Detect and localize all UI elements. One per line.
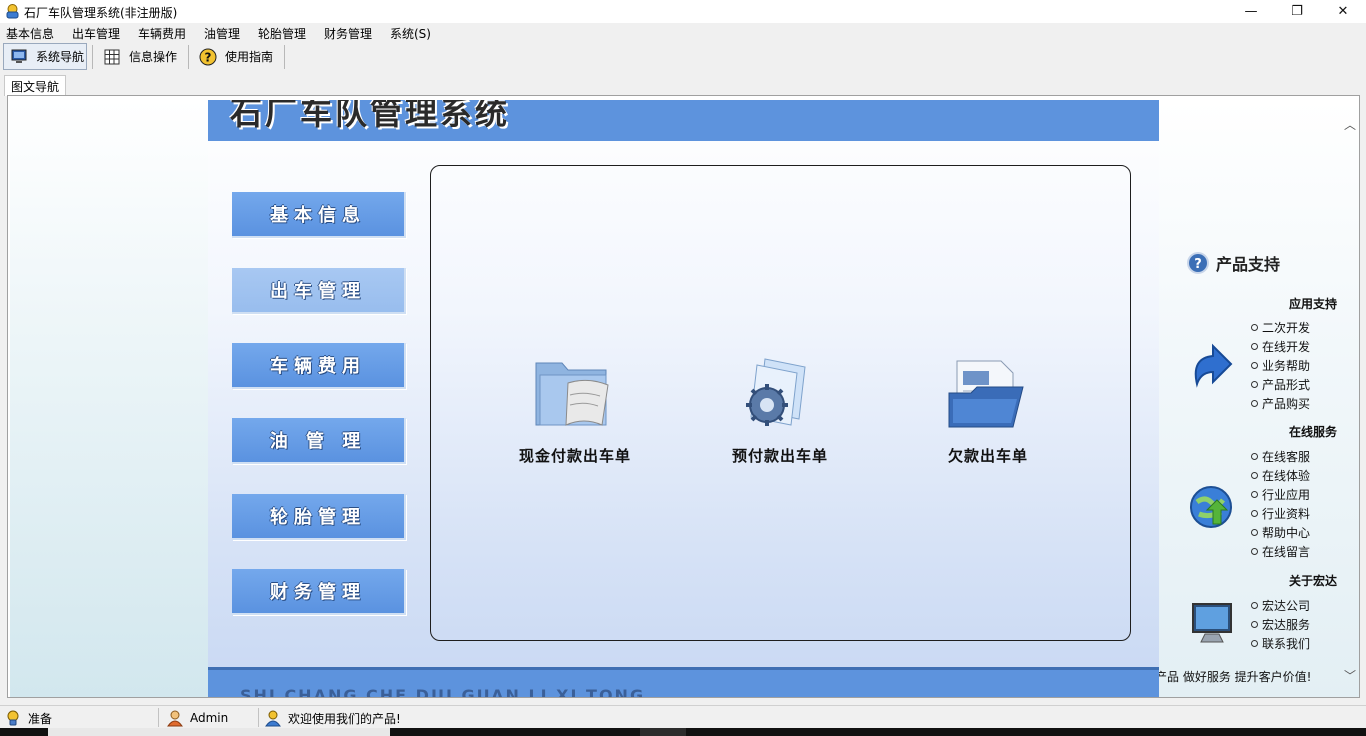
stage-footer: SHI CHANG CHE DUI GUAN LI XI TONG	[208, 667, 1159, 697]
status-bar: 准备 Admin 欢迎使用我们的产品!	[0, 705, 1366, 728]
app-support-links: 二次开发 在线开发 业务帮助 产品形式 产品购买	[1251, 318, 1310, 413]
close-button[interactable]: ✕	[1320, 0, 1366, 23]
tab-strip: 图文导航	[0, 75, 1366, 96]
user-guide-label: 使用指南	[225, 50, 274, 64]
info-ops-button[interactable]: 信息操作	[97, 43, 185, 70]
link-online-trial[interactable]: 在线体验	[1251, 466, 1310, 485]
os-taskbar	[0, 728, 1366, 736]
scroll-down-icon[interactable]: ﹀	[1344, 667, 1356, 684]
status-user-text: Admin	[190, 711, 229, 725]
arrow-icon	[1194, 343, 1233, 388]
menu-oil[interactable]: 油管理	[204, 25, 240, 42]
folder-scroll-icon	[535, 362, 609, 426]
nav-basic-info-button[interactable]: 基本信息	[232, 192, 406, 238]
menu-vehicle-fees[interactable]: 车辆费用	[138, 25, 186, 42]
link-product-buy[interactable]: 产品购买	[1251, 394, 1310, 413]
svg-text:?: ?	[1194, 257, 1202, 272]
toolbar-separator	[92, 45, 93, 69]
link-industry-apps[interactable]: 行业应用	[1251, 485, 1310, 504]
online-service-links: 在线客服 在线体验 行业应用 行业资料 帮助中心 在线留言	[1251, 447, 1310, 561]
support-header: ? 产品支持	[1187, 251, 1280, 275]
user-guide-button[interactable]: ? 使用指南	[193, 43, 281, 70]
about-title: 关于宏达	[1288, 574, 1337, 588]
nav-tires-button[interactable]: 轮胎管理	[232, 494, 406, 540]
toolbar: 系统导航 信息操作 ? 使用指南	[0, 42, 1366, 71]
menu-basic-info[interactable]: 基本信息	[6, 25, 54, 42]
support-title: 产品支持	[1216, 255, 1281, 274]
link-contact-us[interactable]: 联系我们	[1251, 634, 1310, 653]
status-divider	[258, 708, 259, 727]
stage-header: 石厂车队管理系统	[208, 100, 1159, 141]
link-secondary-dev[interactable]: 二次开发	[1251, 318, 1310, 337]
footer-pinyin: SHI CHANG CHE DUI GUAN LI XI TONG	[240, 686, 646, 697]
left-margin	[10, 100, 208, 697]
window-title: 石厂车队管理系统(非注册版)	[24, 6, 178, 20]
nav-dispatch-button[interactable]: 出车管理	[232, 268, 406, 314]
monitor-icon	[1192, 603, 1232, 643]
toolbar-separator	[284, 45, 285, 69]
slogan-text: 产品 做好服务 提升客户价值!	[1159, 670, 1312, 684]
link-product-form[interactable]: 产品形式	[1251, 375, 1310, 394]
title-bar: 石厂车队管理系统(非注册版) — ❐ ✕	[0, 0, 1366, 23]
cash-dispatch-order-label: 现金付款出车单	[518, 447, 631, 465]
app-support-title: 应用支持	[1288, 297, 1337, 311]
prepaid-dispatch-order[interactable]: 预付款出车单	[705, 353, 855, 466]
globe-icon	[1190, 486, 1232, 528]
status-message: 欢迎使用我们的产品!	[264, 708, 401, 728]
toolbar-separator	[188, 45, 189, 69]
gear-document-icon	[746, 358, 806, 426]
monitor-icon	[11, 49, 27, 63]
svg-text:?: ?	[205, 50, 212, 64]
taskbar-segment	[640, 728, 686, 736]
credit-dispatch-order-label: 欠款出车单	[947, 447, 1028, 465]
credit-dispatch-order[interactable]: 欠款出车单	[913, 353, 1063, 466]
cash-dispatch-order[interactable]: 现金付款出车单	[500, 353, 650, 466]
status-bulb-icon	[7, 710, 19, 726]
nav-oil-button[interactable]: 油 管 理	[232, 418, 406, 464]
nav-finance-button[interactable]: 财务管理	[232, 569, 406, 615]
page-title: 石厂车队管理系统	[230, 100, 511, 132]
menu-system[interactable]: 系统(S)	[390, 25, 431, 42]
link-industry-docs[interactable]: 行业资料	[1251, 504, 1310, 523]
user-icon	[167, 710, 183, 727]
link-help-center[interactable]: 帮助中心	[1251, 523, 1310, 542]
maximize-button[interactable]: ❐	[1274, 0, 1320, 23]
menu-dispatch[interactable]: 出车管理	[72, 25, 120, 42]
welcome-icon	[265, 710, 281, 727]
link-online-support[interactable]: 在线客服	[1251, 447, 1310, 466]
menu-finance[interactable]: 财务管理	[324, 25, 372, 42]
link-online-message[interactable]: 在线留言	[1251, 542, 1310, 561]
system-nav-label: 系统导航	[36, 50, 85, 64]
status-user: Admin	[166, 708, 228, 728]
link-company[interactable]: 宏达公司	[1251, 596, 1310, 615]
help-icon: ?	[199, 48, 217, 65]
app-window: 石厂车队管理系统(非注册版) — ❐ ✕ 基本信息 出车管理 车辆费用 油管理 …	[0, 0, 1366, 736]
link-business-help[interactable]: 业务帮助	[1251, 356, 1310, 375]
link-online-dev[interactable]: 在线开发	[1251, 337, 1310, 356]
status-ready: 准备	[4, 708, 52, 728]
navigation-stage: 石厂车队管理系统 基本信息 出车管理 车辆费用 油 管 理 轮胎管理 财务管理 …	[208, 100, 1159, 697]
support-panel: ︿ ? 产品支持 应用支持 二次开发 在线开发 业务帮助 产品形式 产品购买 在…	[1159, 100, 1359, 697]
tab-graphic-nav[interactable]: 图文导航	[4, 75, 66, 96]
status-message-text: 欢迎使用我们的产品!	[288, 711, 401, 726]
content-frame: 石厂车队管理系统 基本信息 出车管理 车辆费用 油 管 理 轮胎管理 财务管理 …	[7, 95, 1360, 698]
minimize-button[interactable]: —	[1228, 0, 1274, 23]
about-links: 宏达公司 宏达服务 联系我们	[1251, 596, 1310, 653]
scroll-up-icon[interactable]: ︿	[1344, 116, 1356, 133]
system-nav-button[interactable]: 系统导航	[3, 43, 87, 70]
menu-tires[interactable]: 轮胎管理	[258, 25, 306, 42]
open-folder-icon	[948, 360, 1024, 428]
app-logo-icon	[6, 4, 19, 19]
nav-vehicle-fees-button[interactable]: 车辆费用	[232, 343, 406, 389]
question-icon: ?	[1187, 252, 1209, 274]
menu-bar: 基本信息 出车管理 车辆费用 油管理 轮胎管理 财务管理 系统(S)	[0, 23, 1366, 42]
status-ready-text: 准备	[28, 711, 53, 726]
taskbar-segment	[48, 728, 390, 736]
online-service-title: 在线服务	[1288, 425, 1337, 439]
status-divider	[158, 708, 159, 727]
prepaid-dispatch-order-label: 预付款出车单	[731, 447, 828, 465]
grid-icon	[104, 49, 120, 64]
info-ops-label: 信息操作	[129, 50, 178, 64]
link-services[interactable]: 宏达服务	[1251, 615, 1310, 634]
